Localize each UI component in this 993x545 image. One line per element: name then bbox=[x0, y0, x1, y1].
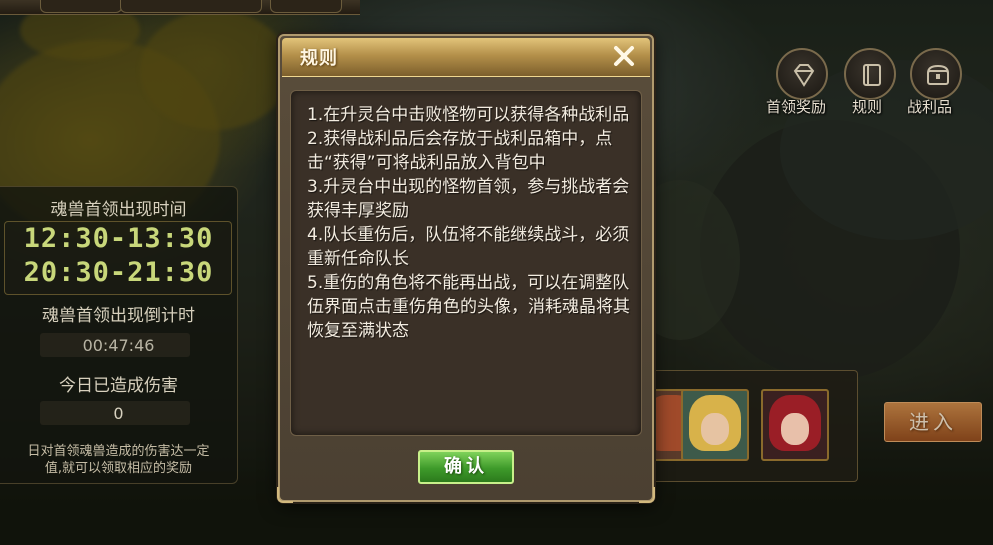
book-icon bbox=[863, 64, 881, 86]
rules-button[interactable] bbox=[844, 48, 896, 100]
dialog-title: 规则 bbox=[300, 48, 338, 69]
close-button[interactable] bbox=[610, 42, 638, 70]
enter-button[interactable]: 进入 bbox=[884, 402, 982, 442]
top-bar bbox=[0, 0, 360, 15]
rule-item: 4.队长重伤后，队伍将不能继续战斗，必须重新任命队长 bbox=[307, 225, 630, 269]
portrait-2[interactable] bbox=[681, 389, 749, 461]
countdown-value: 00:47:46 bbox=[82, 336, 155, 355]
rules-dialog: 规则 1.在升灵台中击败怪物可以获得各种战利品 2.获得战利品后会存放于战利品箱… bbox=[277, 34, 655, 503]
rules-label: 规则 bbox=[852, 98, 883, 116]
reward-note-line-2: 值,就可以领取相应的奖励 bbox=[44, 461, 193, 476]
boss-time-label: 魂兽首领出现时间 bbox=[50, 200, 187, 220]
rules-list: 1.在升灵台中击败怪物可以获得各种战利品 2.获得战利品后会存放于战利品箱中，点… bbox=[307, 103, 633, 343]
rules-content: 1.在升灵台中击败怪物可以获得各种战利品 2.获得战利品后会存放于战利品箱中，点… bbox=[290, 90, 642, 436]
countdown-label: 魂兽首领出现倒计时 bbox=[42, 306, 195, 326]
boss-time-1: 12:30-13:30 bbox=[23, 223, 214, 254]
close-icon bbox=[614, 46, 634, 66]
damage-label: 今日已造成伤害 bbox=[59, 376, 178, 396]
diamond-icon bbox=[793, 64, 815, 87]
boss-info-panel: 魂兽首领出现时间 12:30-13:30 20:30-21:30 魂兽首领出现倒… bbox=[0, 186, 238, 484]
reward-note-line-1: 日对首领魂兽造成的伤害达一定 bbox=[27, 444, 210, 459]
rule-item: 3.升灵台中出现的怪物首领，参与挑战者会获得丰厚奖励 bbox=[307, 177, 630, 221]
chest-icon bbox=[927, 64, 949, 85]
confirm-button[interactable]: 确认 bbox=[418, 450, 514, 484]
reward-note: 日对首领魂兽造成的伤害达一定 值,就可以领取相应的奖励 bbox=[0, 443, 237, 477]
rule-item: 2.获得战利品后会存放于战利品箱中，点击“获得”可将战利品放入背包中 bbox=[307, 129, 613, 173]
loot-label: 战利品 bbox=[907, 98, 953, 116]
boss-reward-button[interactable] bbox=[776, 48, 828, 100]
boss-time-2: 20:30-21:30 bbox=[23, 257, 214, 288]
damage-value: 0 bbox=[113, 404, 124, 423]
rule-item: 1.在升灵台中击败怪物可以获得各种战利品 bbox=[307, 105, 630, 125]
portrait-3[interactable] bbox=[761, 389, 829, 461]
dialog-header: 规则 bbox=[282, 38, 650, 77]
boss-reward-label: 首领奖励 bbox=[766, 98, 827, 116]
loot-button[interactable] bbox=[910, 48, 962, 100]
rule-item: 5.重伤的角色将不能再出战，可以在调整队伍界面点击重伤角色的头像，消耗魂晶将其恢… bbox=[307, 273, 630, 341]
team-portrait-strip bbox=[637, 370, 858, 482]
